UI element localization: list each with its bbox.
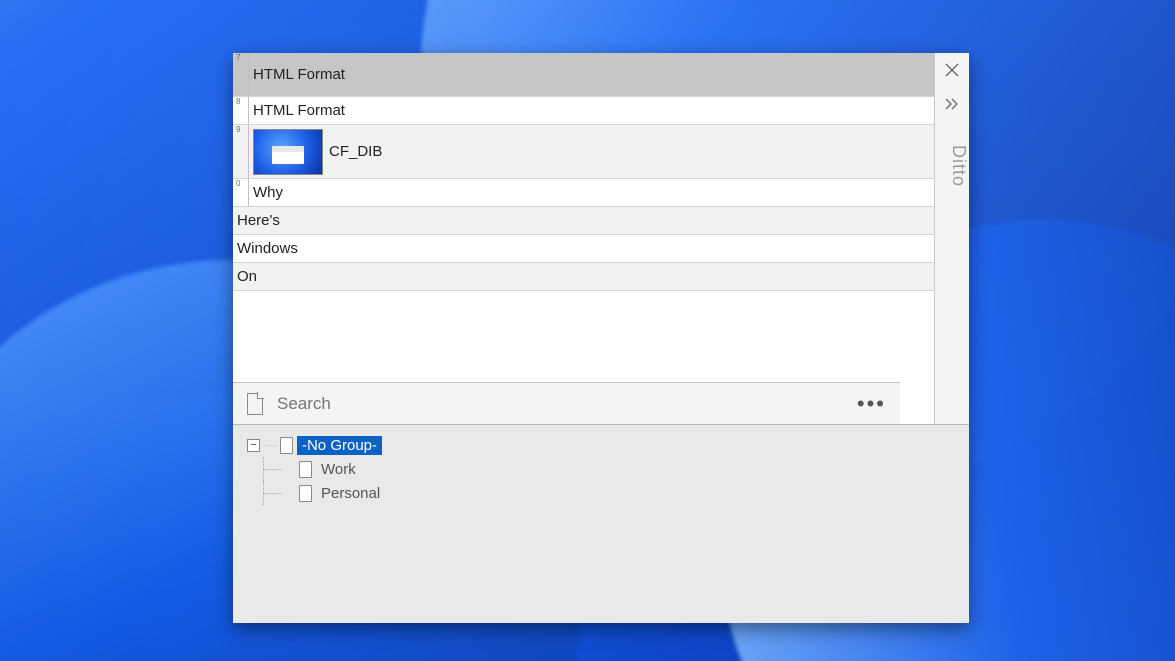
clip-text: Windows bbox=[237, 240, 298, 257]
clip-index: 0 bbox=[233, 179, 249, 206]
collapse-icon[interactable]: − bbox=[247, 439, 260, 452]
tree-child-row[interactable]: ···· Personal bbox=[241, 481, 961, 505]
tree-root-label[interactable]: -No Group- bbox=[297, 436, 382, 455]
more-button[interactable]: ••• bbox=[857, 391, 886, 417]
search-input[interactable] bbox=[275, 393, 845, 415]
clip-item[interactable]: 8 HTML Format bbox=[233, 97, 934, 125]
clip-item[interactable] bbox=[233, 291, 934, 315]
clip-text: Why bbox=[253, 184, 283, 201]
folder-icon bbox=[280, 437, 293, 454]
app-brand-label: Ditto bbox=[935, 145, 969, 187]
folder-icon bbox=[299, 461, 312, 478]
clip-item[interactable]: 0 Why bbox=[233, 179, 934, 207]
clip-item[interactable]: On bbox=[233, 263, 934, 291]
clip-text: On bbox=[237, 268, 257, 285]
clip-index: 8 bbox=[233, 97, 249, 124]
folder-icon bbox=[299, 485, 312, 502]
search-bar: ••• bbox=[233, 382, 900, 424]
tree-connector: ···· bbox=[264, 438, 276, 452]
groups-tree: − ···· -No Group- ···· Work ···· Persona… bbox=[233, 425, 969, 623]
tree-child-row[interactable]: ···· Work bbox=[241, 457, 961, 481]
clip-text: HTML Format bbox=[253, 66, 345, 83]
clip-text: HTML Format bbox=[253, 102, 345, 119]
tree-root-row[interactable]: − ···· -No Group- bbox=[241, 433, 961, 457]
clip-item[interactable]: 9 CF_DIB bbox=[233, 125, 934, 179]
clip-thumbnail-icon bbox=[253, 129, 323, 175]
tree-child-label[interactable]: Work bbox=[316, 460, 361, 479]
tree-child-label[interactable]: Personal bbox=[316, 484, 385, 503]
chevrons-right-icon[interactable] bbox=[935, 87, 969, 121]
side-toolbar: Ditto bbox=[934, 53, 969, 424]
desktop-wallpaper: 7 HTML Format 8 HTML Format 9 CF_DIB 0 W… bbox=[0, 0, 1175, 661]
tree-connector bbox=[263, 469, 281, 470]
clip-item-selected[interactable]: 7 HTML Format bbox=[233, 53, 934, 97]
clip-text: Here's bbox=[237, 212, 280, 229]
clip-text: CF_DIB bbox=[329, 143, 382, 160]
clip-item[interactable]: Windows bbox=[233, 235, 934, 263]
clip-list[interactable]: 7 HTML Format 8 HTML Format 9 CF_DIB 0 W… bbox=[233, 53, 934, 424]
clip-item[interactable]: Here's bbox=[233, 207, 934, 235]
clip-index: 7 bbox=[233, 53, 249, 96]
clip-index: 9 bbox=[233, 125, 249, 178]
close-icon[interactable] bbox=[935, 53, 969, 87]
main-panel: 7 HTML Format 8 HTML Format 9 CF_DIB 0 W… bbox=[233, 53, 969, 425]
ditto-window: 7 HTML Format 8 HTML Format 9 CF_DIB 0 W… bbox=[233, 53, 969, 623]
tree-connector bbox=[263, 493, 281, 494]
page-icon[interactable] bbox=[247, 393, 263, 415]
